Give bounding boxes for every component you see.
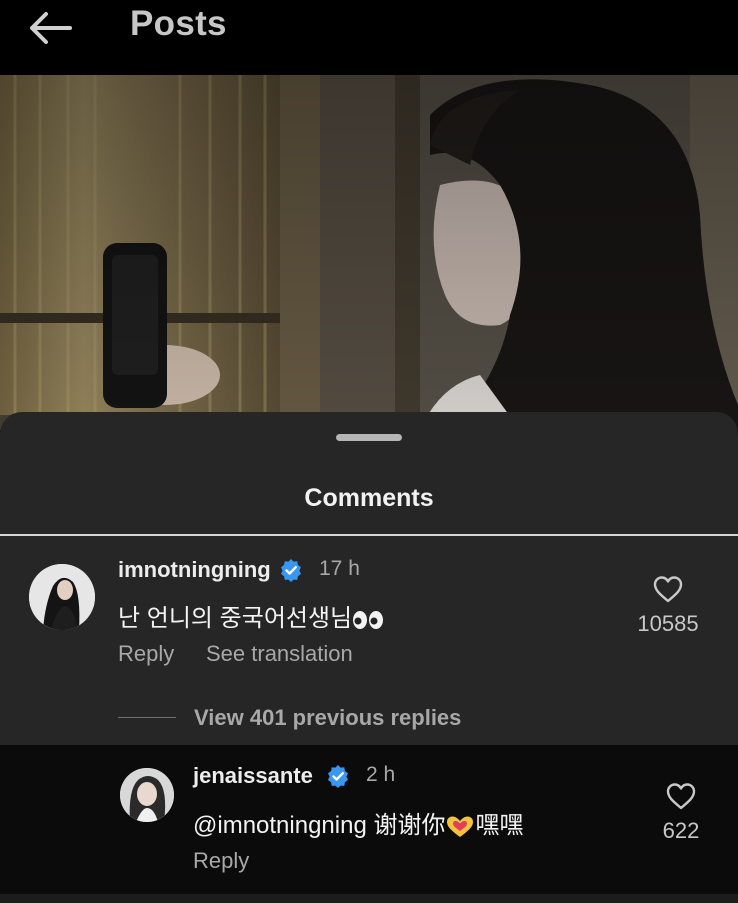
heart-hands-emoji-icon bbox=[447, 816, 474, 837]
bottom-bar bbox=[0, 894, 738, 903]
reply-time: 2 h bbox=[366, 763, 396, 786]
mention-link[interactable]: @imnotningning bbox=[193, 812, 367, 839]
back-arrow-icon[interactable] bbox=[26, 8, 74, 48]
reply-avatar[interactable] bbox=[120, 768, 174, 822]
like-count: 622 bbox=[662, 818, 700, 843]
heart-icon[interactable] bbox=[653, 575, 683, 603]
like-count: 10585 bbox=[637, 611, 699, 636]
comment-text: 난 언니의 중국어선생님 bbox=[118, 598, 384, 633]
reply-text-tail: 嘿嘿 bbox=[475, 812, 524, 839]
reply-button[interactable]: Reply bbox=[118, 641, 174, 667]
see-translation-button[interactable]: See translation bbox=[206, 641, 353, 667]
comment-text-body: 난 언니의 중국어선생님 bbox=[118, 605, 353, 632]
reply-button[interactable]: Reply bbox=[193, 848, 249, 874]
view-replies-button[interactable]: View 401 previous replies bbox=[194, 705, 461, 731]
reply-username[interactable]: jenaissante bbox=[193, 763, 313, 789]
top-bar: Posts bbox=[0, 0, 738, 75]
verified-badge-icon bbox=[281, 559, 301, 582]
divider bbox=[0, 534, 738, 536]
avatar-image bbox=[120, 768, 174, 822]
reply-text: @imnotningning 谢谢你 嘿嘿 bbox=[193, 805, 523, 840]
eyes-emoji-icon bbox=[353, 610, 384, 629]
replies-line bbox=[118, 717, 176, 718]
drag-handle[interactable] bbox=[336, 434, 402, 441]
reply-text-body: 谢谢你 bbox=[373, 812, 446, 839]
heart-icon[interactable] bbox=[666, 782, 696, 810]
comment-username[interactable]: imnotningning bbox=[118, 557, 271, 583]
sheet-title: Comments bbox=[304, 484, 434, 512]
comment-time: 17 h bbox=[319, 557, 360, 580]
verified-badge-icon bbox=[328, 765, 348, 788]
post-image[interactable] bbox=[0, 75, 738, 430]
avatar-image bbox=[29, 564, 95, 630]
avatar[interactable] bbox=[29, 564, 95, 630]
page-title: Posts bbox=[130, 4, 227, 43]
